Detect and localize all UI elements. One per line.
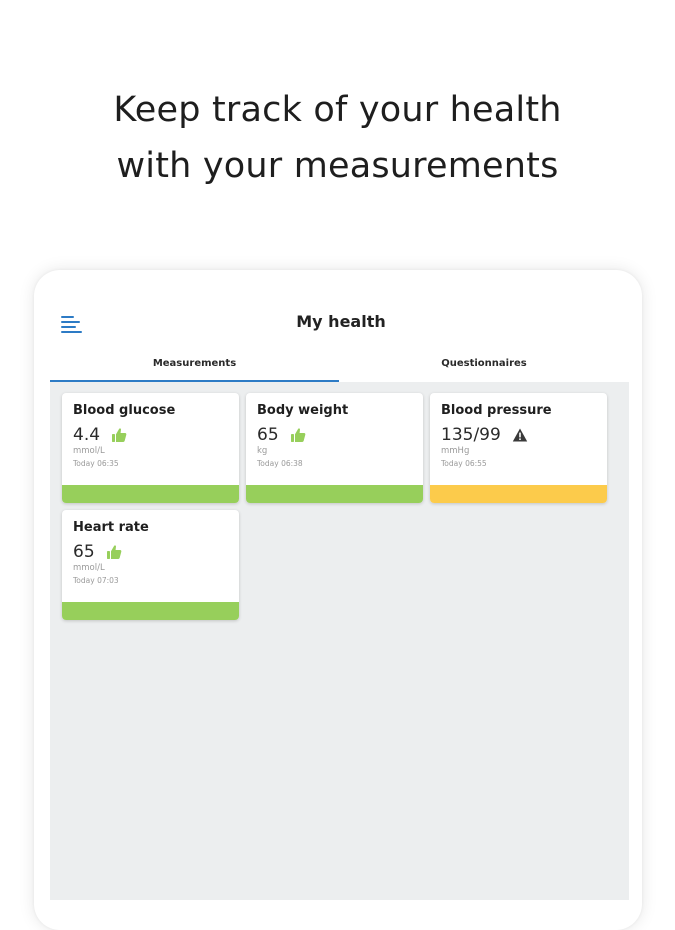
menu-icon[interactable]	[61, 315, 83, 333]
measurements-panel: Blood glucose 4.4 mmol/L Today 06:35 Bod…	[50, 382, 629, 900]
card-unit: mmHg	[441, 446, 470, 456]
card-timestamp: Today 06:55	[441, 459, 487, 468]
card-title: Body weight	[257, 403, 349, 418]
promo-headline: Keep track of your health with your meas…	[0, 82, 675, 194]
card-value: 65	[73, 542, 95, 562]
measurement-card-heart-rate[interactable]: Heart rate 65 mmol/L Today 07:03	[62, 510, 239, 620]
status-bar-good	[62, 602, 239, 620]
card-title: Blood glucose	[73, 403, 176, 418]
card-value: 135/99	[441, 425, 501, 445]
card-value-row: 135/99	[441, 424, 528, 446]
card-value: 65	[257, 425, 279, 445]
card-title: Blood pressure	[441, 403, 552, 418]
card-title: Heart rate	[73, 520, 149, 535]
card-timestamp: Today 06:38	[257, 459, 303, 468]
measurement-card-blood-pressure[interactable]: Blood pressure 135/99 mmHg Today 06:55	[430, 393, 607, 503]
tab-measurements[interactable]: Measurements	[50, 350, 339, 382]
card-unit: mmol/L	[73, 563, 105, 573]
tab-questionnaires[interactable]: Questionnaires	[339, 350, 629, 382]
promo-headline-line-2: with your measurements	[116, 146, 559, 186]
thumbs-up-icon	[290, 428, 306, 442]
measurement-card-blood-glucose[interactable]: Blood glucose 4.4 mmol/L Today 06:35	[62, 393, 239, 503]
thumbs-up-icon	[106, 545, 122, 559]
card-value: 4.4	[73, 425, 101, 445]
warning-triangle-icon	[512, 428, 528, 442]
page-title: My health	[296, 312, 386, 331]
status-bar-good	[246, 485, 423, 503]
card-unit: kg	[257, 446, 268, 456]
card-value-row: 65	[257, 424, 306, 446]
status-bar-good	[62, 485, 239, 503]
promo-headline-line-1: Keep track of your health	[113, 90, 562, 130]
status-bar-warning	[430, 485, 607, 503]
card-value-row: 4.4	[73, 424, 127, 446]
thumbs-up-icon	[112, 428, 127, 442]
tab-bar: Measurements Questionnaires	[50, 350, 629, 382]
card-timestamp: Today 07:03	[73, 576, 119, 585]
card-value-row: 65	[73, 541, 122, 563]
card-timestamp: Today 06:35	[73, 459, 119, 468]
measurement-card-body-weight[interactable]: Body weight 65 kg Today 06:38	[246, 393, 423, 503]
card-unit: mmol/L	[73, 446, 105, 456]
